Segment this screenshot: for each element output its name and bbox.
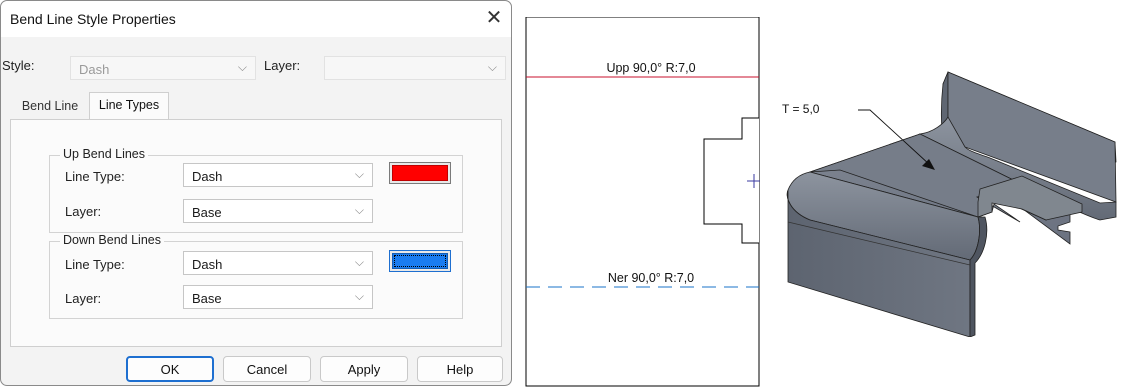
title-bar: Bend Line Style Properties ✕ — [1, 1, 511, 37]
bend-line-style-dialog: Bend Line Style Properties ✕ Style: Dash… — [0, 0, 512, 386]
chevron-down-icon: ⌵ — [487, 60, 497, 74]
layer-label: Layer: — [264, 58, 301, 73]
thickness-label: T = 5,0 — [782, 102, 820, 116]
up-bend-label: Upp 90,0° R:7,0 — [606, 61, 695, 75]
chevron-down-icon: ⌵ — [354, 203, 364, 217]
style-label: Style: — [2, 58, 35, 73]
help-button[interactable]: Help — [417, 356, 503, 382]
up-bend-lines-legend: Up Bend Lines — [60, 147, 149, 161]
down-color-fill — [392, 253, 448, 269]
up-layer-value: Base — [192, 205, 222, 220]
style-select-value: Dash — [79, 62, 110, 77]
down-color-button[interactable] — [389, 250, 451, 272]
tab-bend-line[interactable]: Bend Line — [10, 94, 90, 119]
down-line-type-value: Dash — [192, 257, 223, 272]
up-layer-select[interactable]: Base ⌵ — [183, 199, 373, 223]
ok-button[interactable]: OK — [126, 356, 214, 382]
up-line-type-select[interactable]: Dash ⌵ — [183, 163, 373, 187]
up-layer-label: Layer: — [65, 204, 102, 219]
line-types-panel: Up Bend Lines Line Type: Dash ⌵ Layer: B… — [10, 119, 502, 347]
up-line-type-label: Line Type: — [65, 169, 125, 184]
sheet-metal-3d-model: T = 5,0 — [782, 71, 1117, 337]
down-bend-label: Ner 90,0° R:7,0 — [608, 271, 694, 285]
up-line-type-value: Dash — [192, 169, 223, 184]
flat-pattern-drawing: Upp 90,0° R:7,0 Ner 90,0° R:7,0 — [525, 17, 760, 387]
layer-select[interactable]: ⌵ — [324, 56, 506, 80]
chevron-down-icon: ⌵ — [354, 289, 364, 303]
down-layer-label: Layer: — [65, 291, 102, 306]
close-icon[interactable]: ✕ — [481, 7, 507, 31]
tab-line-types[interactable]: Line Types — [89, 92, 169, 120]
chevron-down-icon: ⌵ — [354, 255, 364, 269]
chevron-down-icon: ⌵ — [237, 60, 247, 74]
down-line-type-select[interactable]: Dash ⌵ — [183, 251, 373, 275]
down-layer-value: Base — [192, 291, 222, 306]
dialog-title: Bend Line Style Properties — [10, 11, 176, 27]
apply-button[interactable]: Apply — [320, 356, 408, 382]
up-color-button[interactable] — [389, 162, 451, 184]
down-layer-select[interactable]: Base ⌵ — [183, 285, 373, 309]
chevron-down-icon: ⌵ — [354, 167, 364, 181]
up-color-fill — [392, 165, 448, 181]
down-line-type-label: Line Type: — [65, 257, 125, 272]
cancel-button[interactable]: Cancel — [223, 356, 311, 382]
style-select[interactable]: Dash ⌵ — [70, 56, 256, 80]
down-bend-lines-legend: Down Bend Lines — [60, 233, 164, 247]
